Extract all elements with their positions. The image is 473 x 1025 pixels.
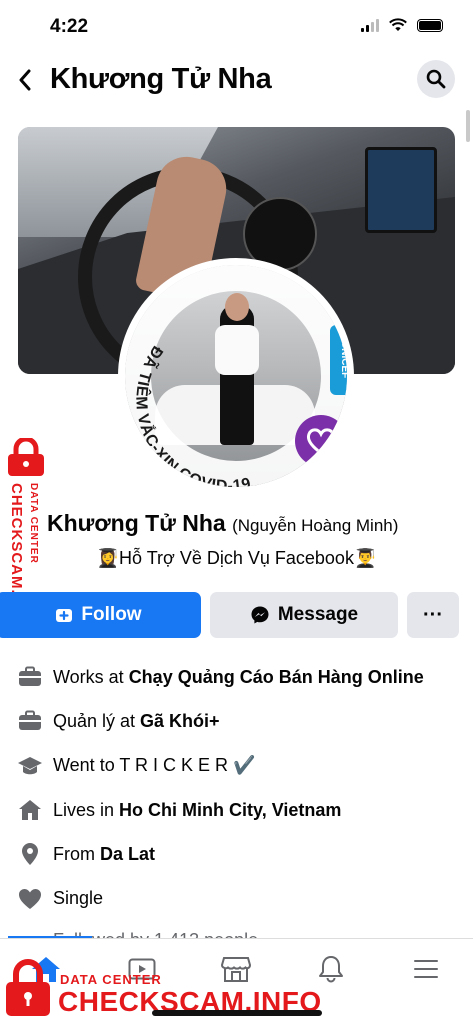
heart-icon (17, 886, 43, 912)
detail-from-text: From Da Lat (53, 843, 156, 864)
follow-button[interactable]: Follow (0, 592, 201, 638)
profile-display-name: Khương Tử Nha (47, 510, 226, 536)
profile-name: Khương Tử Nha (Nguyễn Hoàng Minh) (47, 510, 398, 537)
message-button[interactable]: Message (210, 592, 398, 638)
home-indicator[interactable] (152, 1010, 322, 1016)
profile-alt-name: (Nguyễn Hoàng Minh) (232, 516, 399, 535)
detail-education[interactable]: Went to T R I C K E R ✔️ (0, 744, 473, 788)
briefcase-icon (17, 664, 43, 690)
status-icons (361, 18, 443, 32)
battery-icon (417, 18, 443, 32)
detail-relationship-text: Single (53, 888, 104, 909)
detail-manager[interactable]: Quản lý at Gã Khói+ (0, 699, 473, 743)
search-icon (426, 69, 446, 89)
unicef-badge: UNICEF (330, 325, 347, 395)
page-title: Khương Tử Nha (50, 63, 272, 95)
more-options-button[interactable]: ··· (407, 592, 459, 638)
cover-infotainment-screen (365, 147, 437, 233)
detail-education-text: Went to T R I C K E R ✔️ (53, 755, 256, 776)
detail-work[interactable]: Works at Chạy Quảng Cáo Bán Hàng Online (0, 655, 473, 699)
messenger-icon (251, 606, 269, 624)
svg-text:ĐÃ TIÊM VẮC-XIN COVID-19: ĐÃ TIÊM VẮC-XIN COVID-19 (132, 343, 253, 487)
message-label: Message (277, 604, 359, 625)
house-icon (17, 797, 43, 823)
avatar: ĐÃ TIÊM VẮC-XIN COVID-19 UNICEF (125, 265, 347, 487)
profile-picture[interactable]: ĐÃ TIÊM VẮC-XIN COVID-19 UNICEF (118, 258, 354, 494)
wifi-icon (389, 18, 407, 31)
menu-icon (414, 960, 438, 978)
detail-manager-text: Quản lý at Gã Khói+ (53, 710, 220, 731)
tab-notifications[interactable] (311, 949, 351, 989)
search-button[interactable] (417, 60, 455, 98)
covid-frame-label: ĐÃ TIÊM VẮC-XIN COVID-19 (132, 343, 252, 487)
tab-menu[interactable] (406, 949, 446, 989)
detail-lives-in[interactable]: Lives in Ho Chi Minh City, Vietnam (0, 788, 473, 832)
vaccine-heart-icon (295, 415, 347, 467)
watermark-bottom-lock-icon (6, 959, 50, 1016)
profile-header: Khương Tử Nha (0, 55, 473, 105)
location-pin-icon (17, 841, 43, 867)
tab-marketplace[interactable] (216, 949, 256, 989)
chevron-left-icon (19, 69, 31, 91)
briefcase-icon (17, 708, 43, 734)
detail-lives-in-text: Lives in Ho Chi Minh City, Vietnam (53, 799, 342, 820)
profile-details-list: Works at Chạy Quảng Cáo Bán Hàng Online … (0, 655, 473, 921)
watermark-lock-icon (8, 438, 44, 476)
add-friend-icon (56, 609, 73, 622)
watermark-bottom-label: DATA CENTER (60, 972, 162, 987)
scroll-indicator[interactable] (466, 110, 470, 142)
profile-action-row: Follow Message ··· (0, 592, 473, 638)
profile-bio: 👩‍🎓Hỗ Trợ Về Dịch Vụ Facebook👨‍🎓 (96, 548, 377, 568)
cellular-signal-icon (361, 18, 379, 32)
marketplace-icon (221, 957, 251, 982)
back-button[interactable] (10, 65, 40, 95)
graduation-cap-icon (17, 753, 43, 779)
status-time: 4:22 (50, 16, 89, 37)
status-bar: 4:22 (0, 0, 473, 52)
detail-relationship[interactable]: Single (0, 876, 473, 920)
follow-label: Follow (81, 604, 142, 625)
detail-work-text: Works at Chạy Quảng Cáo Bán Hàng Online (53, 666, 424, 687)
bell-icon (319, 956, 343, 983)
detail-from[interactable]: From Da Lat (0, 832, 473, 876)
